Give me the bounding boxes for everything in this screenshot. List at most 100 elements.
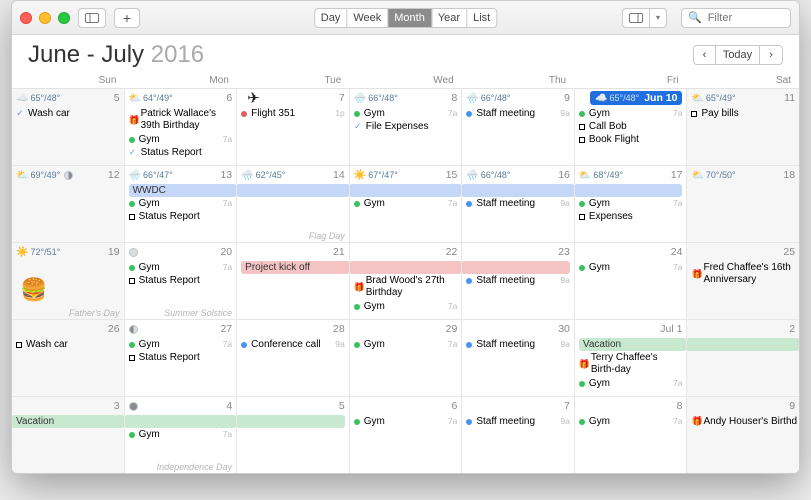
day-cell-today[interactable]: ☁️65°/48°Jun 10 Gym7a Call Bob Book Flig… [575, 89, 688, 165]
day-cell[interactable]: 7 Staff meeting9a [462, 397, 575, 473]
task-pay-bills[interactable]: Pay bills [689, 107, 797, 120]
today-button[interactable]: Today [716, 46, 760, 64]
event-staff[interactable]: Staff meeting9a [464, 274, 572, 287]
day-cell[interactable]: 30 Staff meeting9a [462, 320, 575, 396]
event-staff[interactable]: Staff meeting9a [464, 197, 572, 210]
event-gym[interactable]: Gym7a [577, 197, 685, 210]
add-event-button[interactable]: + [114, 8, 140, 28]
search-field[interactable]: 🔍 [681, 8, 791, 28]
banner-wwdc[interactable]: . [575, 184, 683, 197]
banner-wwdc[interactable]: . [350, 184, 462, 197]
day-cell[interactable]: 23 . Staff meeting9a [462, 243, 575, 319]
day-cell[interactable]: 🌧️66°/48°16 . Staff meeting9a [462, 166, 575, 242]
event-anniversary[interactable]: 🎁Fred Chaffee's 16th Anniversary [689, 261, 797, 287]
banner-project[interactable]: . [350, 261, 462, 274]
event-gym[interactable]: Gym7a [352, 107, 460, 120]
event-gym[interactable]: Gym7a [127, 133, 235, 146]
event-gym[interactable]: Gym7a [577, 377, 685, 390]
reminder-wash-car[interactable]: ✓Wash car [14, 107, 122, 120]
day-cell[interactable]: 21 Project kick off [237, 243, 350, 319]
search-input[interactable] [706, 11, 776, 25]
event-gym[interactable]: Gym7a [577, 261, 685, 274]
banner-vacation[interactable]: . [687, 338, 799, 351]
task-status[interactable]: Status Report [127, 351, 235, 364]
day-cell[interactable]: 26 Wash car [12, 320, 125, 396]
day-cell[interactable]: 25 🎁Fred Chaffee's 16th Anniversary [687, 243, 799, 319]
event-staff[interactable]: Staff meeting9a [464, 338, 572, 351]
day-cell[interactable]: ☀️72°/51°19 🍔 Father's Day [12, 243, 125, 319]
task-book-flight[interactable]: Book Flight [577, 133, 685, 146]
banner-project[interactable]: . [462, 261, 570, 274]
event-staff[interactable]: Staff meeting9a [464, 107, 572, 120]
maximize-icon[interactable] [58, 12, 70, 24]
banner-vacation[interactable]: . [237, 415, 345, 428]
day-cell[interactable]: 28 Conference call9a [237, 320, 350, 396]
day-cell[interactable]: 6 Gym7a [350, 397, 463, 473]
day-cell[interactable]: 24 Gym7a [575, 243, 688, 319]
event-conference[interactable]: Conference call9a [239, 338, 347, 351]
event-staff[interactable]: Staff meeting9a [464, 415, 572, 428]
view-month[interactable]: Month [388, 9, 432, 27]
day-cell[interactable]: ⛅70°/50°18 [687, 166, 799, 242]
day-cell[interactable]: 3 Vacation [12, 397, 125, 473]
event-gym[interactable]: Gym7a [127, 338, 235, 351]
view-list[interactable]: List [467, 9, 496, 27]
day-cell[interactable]: ⛅65°/49°11 Pay bills [687, 89, 799, 165]
task-wash-car[interactable]: Wash car [14, 338, 122, 351]
event-gym[interactable]: Gym7a [127, 197, 235, 210]
day-cell[interactable]: 5 . [237, 397, 350, 473]
banner-vacation[interactable]: Vacation [12, 415, 124, 428]
banner-wwdc[interactable]: . [237, 184, 349, 197]
event-gym[interactable]: Gym7a [352, 300, 460, 313]
view-day[interactable]: Day [315, 9, 348, 27]
minimize-icon[interactable] [39, 12, 51, 24]
banner-wwdc[interactable]: . [462, 184, 574, 197]
day-cell[interactable]: 🌧️66°/48°9 Staff meeting9a [462, 89, 575, 165]
next-button[interactable]: › [760, 46, 782, 64]
day-cell[interactable]: 🌧️66°/47°13 WWDC Gym7a Status Report [125, 166, 238, 242]
event-birthday[interactable]: 🎁Brad Wood's 27th Birthday [352, 274, 460, 300]
day-cell[interactable]: ⛅68°/49°17 . Gym7a Expenses [575, 166, 688, 242]
task-status[interactable]: Status Report [127, 274, 235, 287]
day-cell[interactable]: ⛅69°/49°12 [12, 166, 125, 242]
day-cell[interactable]: 8 Gym7a [575, 397, 688, 473]
event-birthday[interactable]: 🎁Andy Houser's Birthday [689, 415, 797, 428]
banner-project[interactable]: Project kick off [241, 261, 349, 274]
prev-button[interactable]: ‹ [694, 46, 716, 64]
sidebar-toggle-button[interactable] [79, 9, 105, 27]
event-gym[interactable]: Gym7a [127, 261, 235, 274]
day-cell[interactable]: ☁️65°/48°5 ✓Wash car [12, 89, 125, 165]
task-expenses[interactable]: Expenses [577, 210, 685, 223]
day-cell[interactable]: 22 . 🎁Brad Wood's 27th Birthday Gym7a [350, 243, 463, 319]
close-icon[interactable] [20, 12, 32, 24]
reminder-file-expenses[interactable]: ✓File Expenses [352, 120, 460, 133]
day-cell[interactable]: 2 . [687, 320, 799, 396]
day-cell[interactable]: 4 . Gym7a Independence Day [125, 397, 238, 473]
banner-vacation[interactable]: Vacation [579, 338, 687, 351]
task-call-bob[interactable]: Call Bob [577, 120, 685, 133]
view-week[interactable]: Week [347, 9, 388, 27]
day-cell[interactable]: 20 Gym7a Status Report Summer Solstice [125, 243, 238, 319]
event-flight[interactable]: Flight 3511p [239, 107, 347, 120]
event-gym[interactable]: Gym7a [577, 415, 685, 428]
split-view-menu[interactable]: ▾ [650, 9, 666, 27]
day-cell[interactable]: ✈︎7 Flight 3511p [237, 89, 350, 165]
day-cell[interactable]: ☀️67°/47°15 . Gym7a [350, 166, 463, 242]
banner-vacation[interactable]: . [125, 415, 237, 428]
split-view-button[interactable] [623, 9, 650, 27]
day-cell[interactable]: 🌧️62°/45°14 . Flag Day [237, 166, 350, 242]
task-status[interactable]: Status Report [127, 210, 235, 223]
day-cell[interactable]: 27 Gym7a Status Report [125, 320, 238, 396]
banner-wwdc[interactable]: WWDC [129, 184, 237, 197]
event-birthday[interactable]: 🎁Patrick Wallace's 39th Birthday [127, 107, 235, 133]
reminder-status[interactable]: ✓Status Report [127, 146, 235, 159]
day-cell[interactable]: Jul 1 Vacation 🎁Terry Chaffee's Birth-da… [575, 320, 688, 396]
day-cell[interactable]: 9 🎁Andy Houser's Birthday [687, 397, 799, 473]
day-cell[interactable]: 🌧️66°/48°8 Gym7a ✓File Expenses [350, 89, 463, 165]
event-gym[interactable]: Gym7a [127, 428, 235, 441]
view-year[interactable]: Year [432, 9, 467, 27]
event-gym[interactable]: Gym7a [352, 197, 460, 210]
event-gym[interactable]: Gym7a [352, 338, 460, 351]
event-gym[interactable]: Gym7a [352, 415, 460, 428]
event-gym[interactable]: Gym7a [577, 107, 685, 120]
